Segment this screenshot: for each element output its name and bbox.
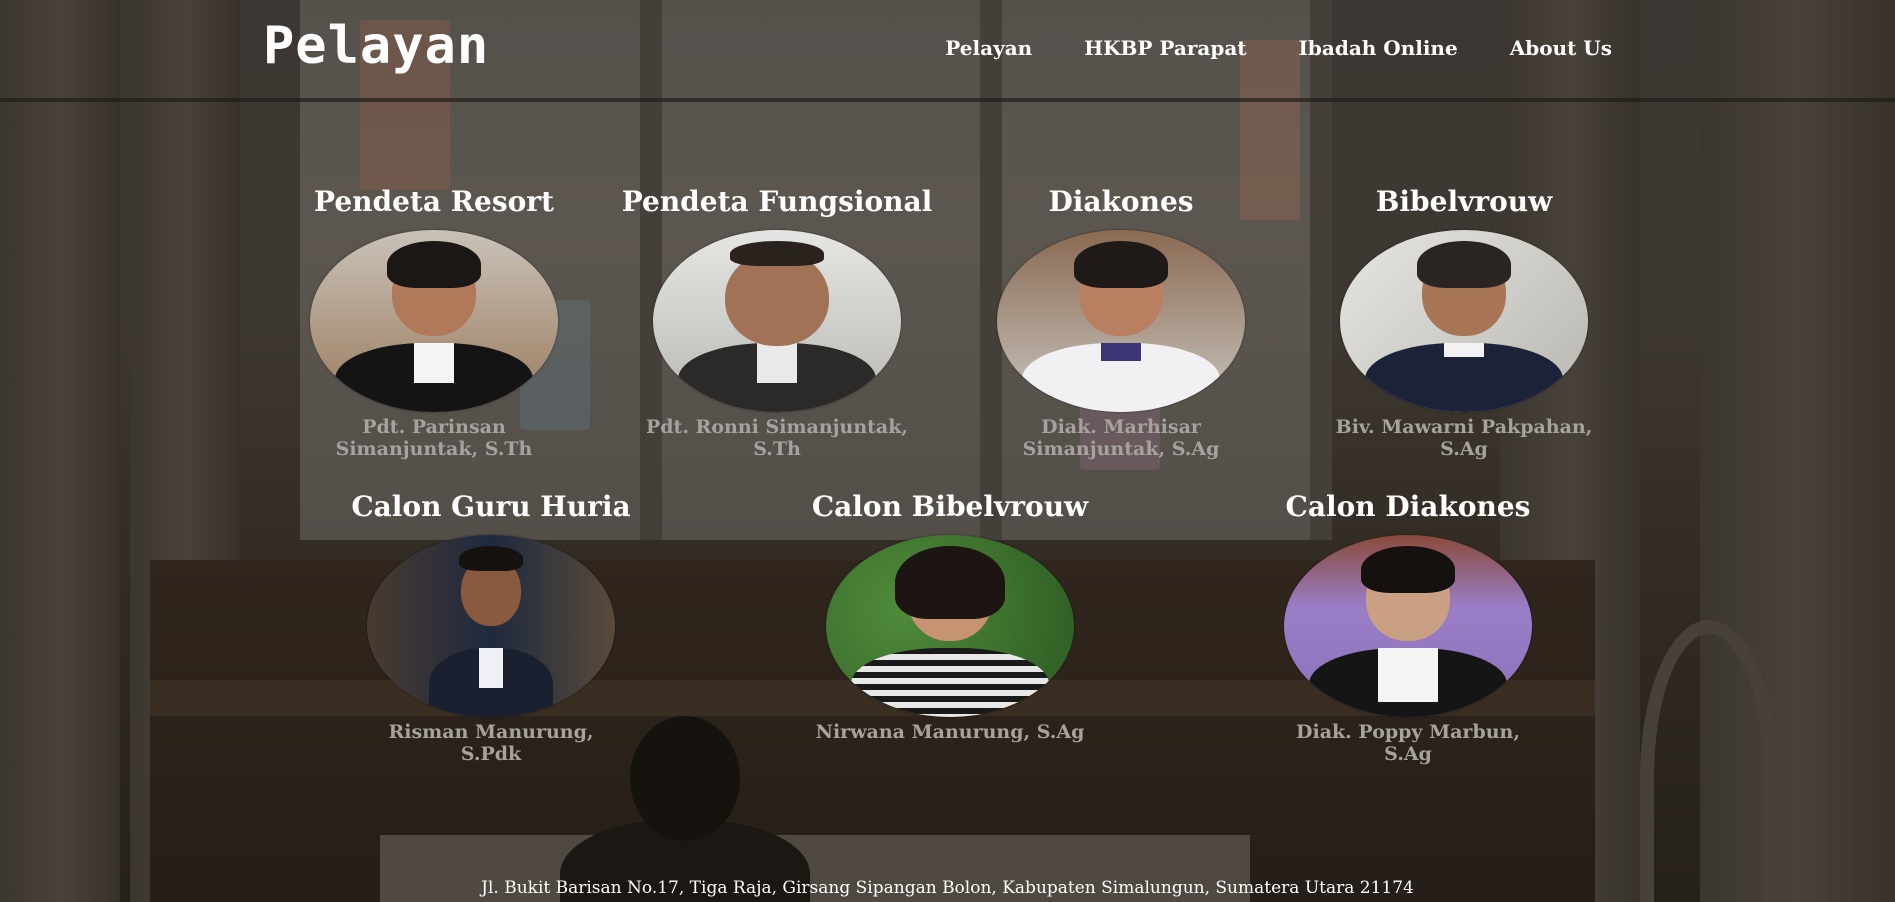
staff-role: Pendeta Resort (314, 185, 554, 218)
staff-role: Calon Bibelvrouw (811, 490, 1089, 523)
staff-card-pendeta-fungsional: Pendeta Fungsional Pdt. Ronni Simanjunta… (617, 182, 937, 460)
staff-photo (1340, 230, 1588, 412)
nav-link-about-us[interactable]: About Us (1510, 36, 1612, 60)
staff-photo (367, 535, 615, 717)
main-nav: Pelayan HKBP Parapat Ibadah Online About… (945, 36, 1612, 60)
staff-card-diakones: Diakones Diak. Marhisar Simanjuntak, S.A… (961, 182, 1281, 460)
nav-link-hkbp-parapat[interactable]: HKBP Parapat (1084, 36, 1246, 60)
staff-card-calon-diakones: Calon Diakones Diak. Poppy Marbun, S.Ag (1248, 487, 1568, 765)
site-brand[interactable]: Pelayan (263, 16, 489, 76)
staff-name: Pdt. Ronni Simanjuntak, S.Th (645, 416, 909, 460)
staff-name: Risman Manurung, S.Pdk (388, 721, 594, 765)
staff-photo (826, 535, 1074, 717)
staff-photo (997, 230, 1245, 412)
staff-name: Pdt. Parinsan Simanjuntak, S.Th (335, 416, 533, 460)
nav-link-ibadah-online[interactable]: Ibadah Online (1299, 36, 1458, 60)
staff-name: Biv. Mawarni Pakpahan, S.Ag (1335, 416, 1593, 460)
staff-role: Bibelvrouw (1375, 185, 1553, 218)
staff-photo (310, 230, 558, 412)
staff-card-calon-guru-huria: Calon Guru Huria Risman Manurung, S.Pdk (331, 487, 651, 765)
site-header: Pelayan Pelayan HKBP Parapat Ibadah Onli… (0, 0, 1895, 102)
staff-name: Diak. Marhisar Simanjuntak, S.Ag (1022, 416, 1220, 460)
staff-card-bibelvrouw: Bibelvrouw Biv. Mawarni Pakpahan, S.Ag (1304, 182, 1624, 460)
staff-role: Pendeta Fungsional (621, 185, 933, 218)
staff-name: Diak. Poppy Marbun, S.Ag (1296, 721, 1520, 765)
staff-card-calon-bibelvrouw: Calon Bibelvrouw Nirwana Manurung, S.Ag (790, 487, 1110, 743)
staff-card-pendeta-resort: Pendeta Resort Pdt. Parinsan Simanjuntak… (274, 182, 594, 460)
staff-role: Calon Guru Huria (351, 490, 631, 523)
staff-photo (653, 230, 901, 412)
staff-photo (1284, 535, 1532, 717)
staff-role: Diakones (1048, 185, 1194, 218)
staff-role: Calon Diakones (1285, 490, 1531, 523)
staff-name: Nirwana Manurung, S.Ag (815, 721, 1085, 743)
footer-address: Jl. Bukit Barisan No.17, Tiga Raja, Girs… (481, 878, 1414, 898)
nav-link-pelayan[interactable]: Pelayan (945, 36, 1032, 60)
